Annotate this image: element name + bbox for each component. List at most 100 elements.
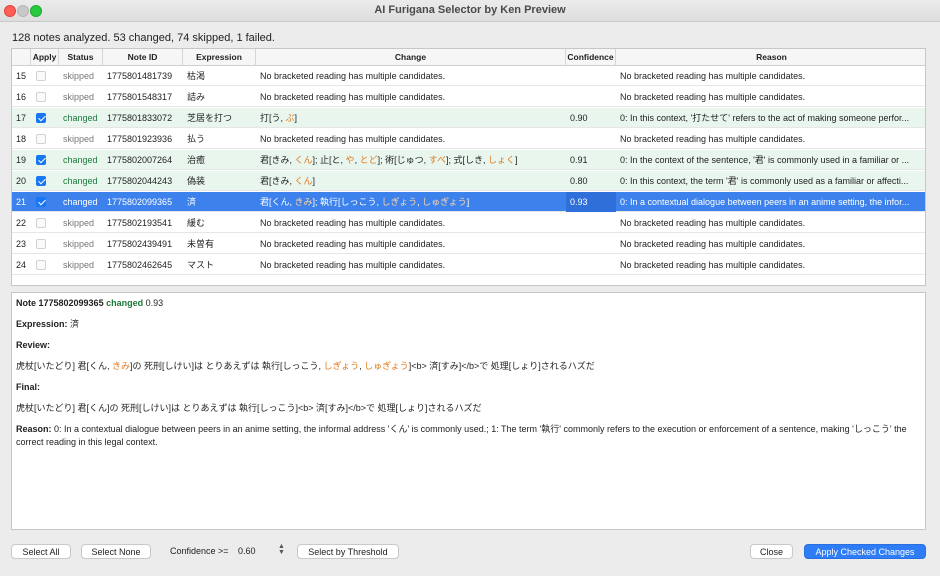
- expression-cell: 詰み: [187, 92, 206, 102]
- header-apply[interactable]: Apply: [31, 49, 59, 66]
- select-all-button[interactable]: Select All: [11, 544, 71, 559]
- apply-checkbox[interactable]: [36, 176, 46, 186]
- change-text: ]: [515, 155, 518, 165]
- row-number: 20: [16, 176, 27, 186]
- detail-note-label: Note 1775802099365: [16, 298, 104, 308]
- review-candidate-reading: きみ: [112, 361, 131, 371]
- table-row[interactable]: 20 changed 1775802044243 偽装 君[きみ, くん] 0.80 0: …: [12, 171, 925, 191]
- changed-reading: しぎょう: [381, 197, 418, 207]
- confidence-value[interactable]: 0.60: [238, 546, 256, 556]
- select-by-threshold-button[interactable]: Select by Threshold: [297, 544, 399, 559]
- detail-header: Note 1775802099365 changed 0.93: [16, 297, 921, 310]
- select-none-button[interactable]: Select None: [81, 544, 151, 559]
- table-row[interactable]: 24 skipped 1775802462645 マスト No bracketed re…: [12, 255, 925, 275]
- reason-cell: 0: In the context of the sentence, '君' i…: [620, 155, 910, 165]
- apply-cell: [31, 213, 59, 233]
- detail-expression: 済: [70, 319, 80, 329]
- note-id-cell: 1775801548317: [107, 92, 173, 102]
- status-cell: changed: [63, 155, 98, 165]
- apply-checkbox[interactable]: [36, 113, 46, 123]
- detail-panel: Note 1775802099365 changed 0.93 Expressi…: [11, 292, 926, 530]
- results-table: Apply Status Note ID Expression Change C…: [11, 48, 926, 286]
- confidence-cell: [566, 87, 616, 107]
- table-header: Apply Status Note ID Expression Change C…: [12, 49, 925, 66]
- apply-checkbox[interactable]: [36, 239, 46, 249]
- row-number: 19: [16, 155, 27, 165]
- change-text: ]; 止[と,: [312, 155, 346, 165]
- confidence-cell: [566, 234, 616, 254]
- expression-cell: 枯渇: [187, 71, 206, 81]
- apply-checkbox[interactable]: [36, 155, 46, 165]
- reason-cell: No bracketed reading has multiple candid…: [620, 260, 806, 270]
- change-text: ]: [294, 113, 298, 123]
- change-cell: No bracketed reading has multiple candid…: [260, 218, 446, 228]
- confidence-threshold-label: Confidence >=: [170, 546, 229, 556]
- apply-checkbox[interactable]: [36, 134, 46, 144]
- confidence-cell: 0.91: [570, 155, 588, 165]
- change-text: ]; 術[じゅつ,: [377, 155, 429, 165]
- apply-checked-changes-button[interactable]: Apply Checked Changes: [804, 544, 926, 559]
- table-row[interactable]: 23 skipped 1775802439491 未曽有 No bracketed re…: [12, 234, 925, 254]
- header-reason[interactable]: Reason: [616, 49, 925, 66]
- table-row[interactable]: 18 skipped 1775801923936 払う No bracketed rea…: [12, 129, 925, 149]
- table-row[interactable]: 21 changed 1775802099365 済 君[くん, きみ]; 執行[しっこ…: [12, 192, 925, 212]
- reason-cell: No bracketed reading has multiple candid…: [620, 71, 806, 81]
- window-title: AI Furigana Selector by Ken Preview: [374, 4, 566, 16]
- table-row[interactable]: 17 changed 1775801833072 芝居を打つ 打[う, ぶ] 0.90 0:…: [12, 108, 925, 128]
- status-cell: changed: [63, 176, 98, 186]
- table-row[interactable]: 15 skipped 1775801481739 枯渇 No bracketed rea…: [12, 66, 925, 86]
- table-row[interactable]: 19 changed 1775802007264 治癒 君[きみ, くん]; 止[と, …: [12, 150, 925, 170]
- note-id-cell: 1775801923936: [107, 134, 173, 144]
- changed-reading: ぶ: [285, 113, 295, 123]
- change-text: 打[う,: [260, 113, 286, 123]
- changed-reading: くん: [294, 176, 313, 186]
- apply-checkbox[interactable]: [36, 92, 46, 102]
- changed-reading: くん: [294, 155, 313, 165]
- header-note-id[interactable]: Note ID: [103, 49, 183, 66]
- change-cell: 君[くん, きみ]; 執行[しっこう, しぎょう, しゅぎょう]: [256, 192, 566, 212]
- expression-cell: 緩む: [187, 218, 206, 228]
- close-button[interactable]: Close: [750, 544, 793, 559]
- apply-checkbox[interactable]: [36, 218, 46, 228]
- changed-reading: とど: [359, 155, 378, 165]
- confidence-cell: 0.80: [570, 176, 588, 186]
- apply-cell: [31, 87, 59, 107]
- header-status[interactable]: Status: [59, 49, 103, 66]
- apply-checkbox[interactable]: [36, 260, 46, 270]
- change-cell: No bracketed reading has multiple candid…: [260, 239, 446, 249]
- row-number: 18: [16, 134, 27, 144]
- header-confidence[interactable]: Confidence: [566, 49, 616, 66]
- row-number: 22: [16, 218, 27, 228]
- confidence-cell: 0.93: [566, 192, 616, 212]
- apply-checkbox[interactable]: [36, 197, 46, 207]
- detail-expression-label: Expression:: [16, 319, 68, 329]
- table-row[interactable]: 16 skipped 1775801548317 詰み No bracketed rea…: [12, 87, 925, 107]
- status-cell: changed: [63, 113, 98, 123]
- change-text: ]; 執行[しっこう,: [312, 197, 382, 207]
- table-row[interactable]: 22 skipped 1775802193541 緩む No bracketed rea…: [12, 213, 925, 233]
- change-text: ]; 式[しき,: [445, 155, 488, 165]
- changed-reading: すべ: [428, 155, 446, 165]
- apply-checkbox[interactable]: [36, 71, 46, 81]
- confidence-stepper[interactable]: 0.60 ▲ ▼: [238, 543, 288, 560]
- change-text: ]: [312, 176, 316, 186]
- apply-cell: [31, 234, 59, 254]
- change-cell: No bracketed reading has multiple candid…: [260, 71, 446, 81]
- note-id-cell: 1775802462645: [107, 260, 173, 270]
- change-text: 君[きみ,: [260, 155, 295, 165]
- expression-cell: 治癒: [187, 155, 206, 165]
- header-expression[interactable]: Expression: [183, 49, 256, 66]
- detail-expression-line: Expression: 済: [16, 318, 921, 331]
- detail-status: changed: [106, 298, 144, 308]
- confidence-cell: [566, 255, 616, 275]
- change-cell: No bracketed reading has multiple candid…: [260, 134, 446, 144]
- expression-cell: 芝居を打つ: [187, 113, 233, 123]
- expression-cell: マスト: [187, 260, 215, 270]
- apply-cell: [31, 150, 59, 170]
- header-change[interactable]: Change: [256, 49, 566, 66]
- review-candidate-reading: しぎょう: [323, 361, 360, 371]
- status-cell: skipped: [63, 71, 95, 81]
- stepper-arrows-icon[interactable]: ▲ ▼: [278, 543, 285, 556]
- apply-cell: [31, 108, 59, 128]
- expression-cell: 払う: [187, 134, 206, 144]
